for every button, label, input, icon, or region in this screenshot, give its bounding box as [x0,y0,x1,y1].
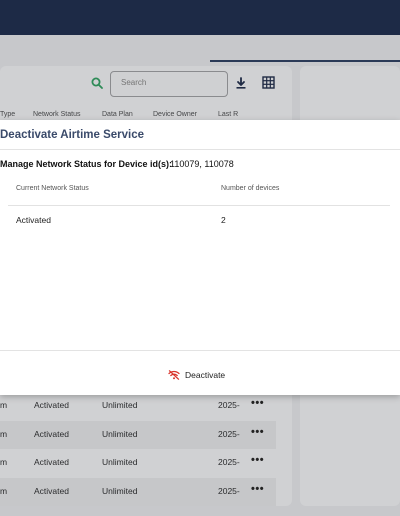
cell-data-plan: Unlimited [102,486,138,496]
column-header-device-count: Number of devices [221,185,280,192]
column-header-device-owner[interactable]: Device Owner [153,111,197,118]
cell-type: m [0,400,8,410]
cell-network-status: Activated [34,486,69,496]
current-status-value: Activated [16,215,51,225]
dialog-footer-divider [0,350,400,351]
search-input[interactable] [119,77,223,88]
deactivate-airtime-dialog: Deactivate Airtime Service Manage Networ… [0,120,400,395]
table-row[interactable]: m Activated Unlimited 2025- ••• [0,421,276,449]
search-field[interactable] [110,71,228,97]
cell-network-status: Activated [34,400,69,410]
column-header-last[interactable]: Last R [218,111,238,118]
column-header-network-status[interactable]: Network Status [33,111,80,118]
dialog-divider [0,149,400,150]
cell-data-plan: Unlimited [102,400,138,410]
manage-status-label: Manage Network Status for Device id(s): [0,159,173,169]
cell-data-plan: Unlimited [102,457,138,467]
deactivate-label: Deactivate [185,370,226,380]
cell-type: m [0,457,8,467]
more-icon[interactable]: ••• [251,483,264,495]
cell-type: m [0,486,8,496]
cell-last: 2025- [218,457,240,467]
top-app-bar [0,0,400,35]
cell-last: 2025- [218,400,240,410]
cell-last: 2025- [218,486,240,496]
table-row[interactable]: m Activated Unlimited 2025- ••• [0,449,276,477]
cell-type: m [0,429,8,439]
download-icon[interactable] [235,77,247,89]
device-count-value: 2 [221,215,226,225]
table-divider [8,205,390,206]
grid-icon[interactable] [262,76,275,89]
dialog-title: Deactivate Airtime Service [0,129,145,141]
table-row[interactable]: m Activated Unlimited 2025- ••• [0,392,276,420]
device-ids: 110079, 110078 [170,159,234,169]
active-tab-indicator [210,60,400,62]
cell-network-status: Activated [34,429,69,439]
more-icon[interactable]: ••• [251,454,264,466]
deactivate-button[interactable]: Deactivate [168,367,225,383]
more-icon[interactable]: ••• [251,426,264,438]
column-header-data-plan[interactable]: Data Plan [102,111,133,118]
cell-network-status: Activated [34,457,69,467]
wifi-off-icon [168,370,180,380]
cell-data-plan: Unlimited [102,429,138,439]
search-icon[interactable] [91,77,103,89]
column-header-current-status: Current Network Status [16,185,89,192]
more-icon[interactable]: ••• [251,397,264,409]
table-row[interactable]: m Activated Unlimited 2025- ••• [0,478,276,506]
cell-last: 2025- [218,429,240,439]
column-header-type[interactable]: Type [0,111,15,118]
